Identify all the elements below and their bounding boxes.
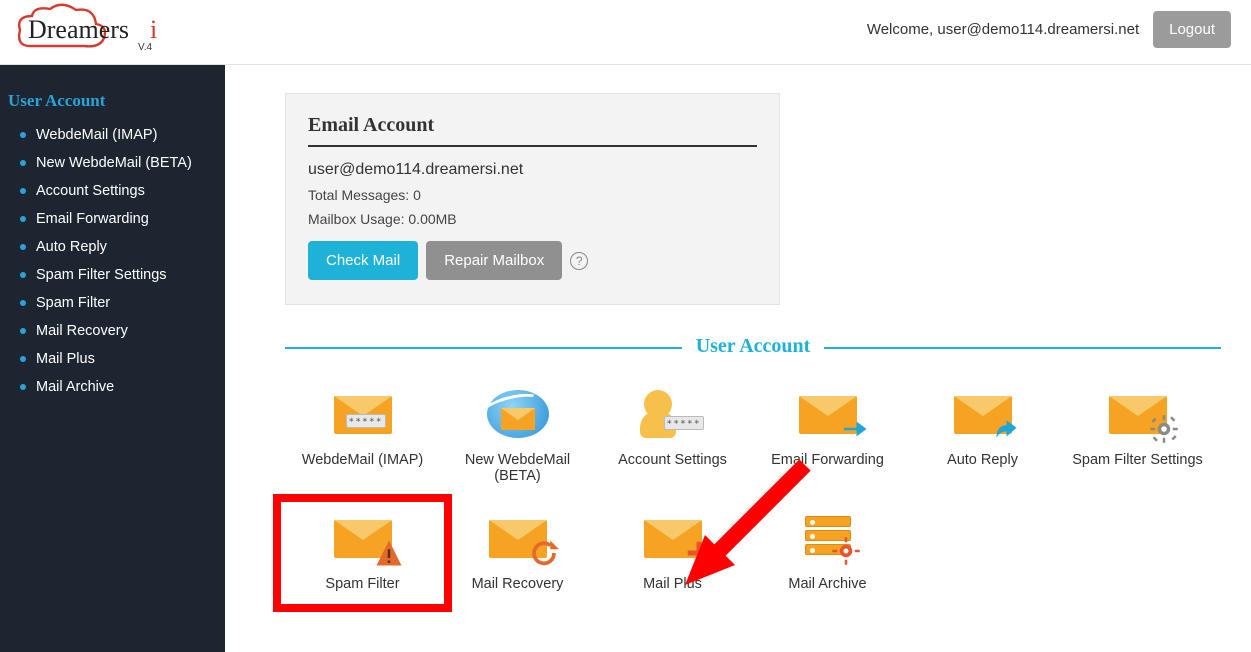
brand-logo: Dreamers i V.4 [10, 2, 190, 57]
tile-label: WebdeMail (IMAP) [302, 452, 423, 468]
sidebar-item-auto-reply[interactable]: Auto Reply [0, 233, 225, 261]
tile-label: Mail Archive [788, 576, 866, 592]
envelope-reply-icon [948, 388, 1018, 438]
sidebar-item-label: Email Forwarding [36, 211, 149, 227]
tile-new-webdemail[interactable]: New WebdeMail (BETA) [440, 388, 595, 484]
tile-label: Auto Reply [947, 452, 1018, 468]
sidebar-item-webdemail[interactable]: WebdeMail (IMAP) [0, 121, 225, 149]
sidebar-title: User Account [0, 85, 225, 121]
total-messages-row: Total Messages: 0 [308, 187, 757, 203]
sidebar-item-spam-filter[interactable]: Spam Filter [0, 289, 225, 317]
sidebar-item-label: New WebdeMail (BETA) [36, 155, 192, 171]
tile-webdemail[interactable]: ∗∗∗∗∗ WebdeMail (IMAP) [285, 388, 440, 484]
bullet-icon [20, 300, 26, 306]
tile-mail-archive[interactable]: Mail Archive [750, 512, 905, 592]
account-email: user@demo114.dreamersi.net [308, 161, 757, 179]
tiles-grid: ∗∗∗∗∗ WebdeMail (IMAP) New WebdeMail (BE… [285, 388, 1221, 592]
section-header: User Account [285, 335, 1221, 358]
sidebar-item-label: Spam Filter Settings [36, 267, 167, 283]
section-title: User Account [682, 335, 825, 357]
card-title: Email Account [308, 114, 757, 147]
main-content: Email Account user@demo114.dreamersi.net… [225, 65, 1251, 652]
tile-label: Mail Recovery [472, 576, 564, 592]
tile-label: Mail Plus [643, 576, 702, 592]
sidebar-list: WebdeMail (IMAP) New WebdeMail (BETA) Ac… [0, 121, 225, 401]
svg-text:i: i [150, 15, 157, 44]
total-messages-label: Total Messages: [308, 187, 409, 203]
warning-icon [374, 538, 404, 568]
svg-text:Dreamers: Dreamers [28, 15, 129, 44]
tile-spam-filter-settings[interactable]: Spam Filter Settings [1060, 388, 1215, 484]
gear-icon [1149, 414, 1179, 444]
sidebar-item-mail-recovery[interactable]: Mail Recovery [0, 317, 225, 345]
tile-spam-filter[interactable]: Spam Filter [281, 502, 444, 604]
server-gear-icon [793, 512, 863, 562]
person-password-icon: ∗∗∗∗∗ [638, 388, 708, 438]
tile-account-settings[interactable]: ∗∗∗∗∗ Account Settings [595, 388, 750, 484]
sidebar-item-label: Auto Reply [36, 239, 107, 255]
sidebar-item-new-webdemail[interactable]: New WebdeMail (BETA) [0, 149, 225, 177]
sidebar-item-spam-filter-settings[interactable]: Spam Filter Settings [0, 261, 225, 289]
help-icon[interactable]: ? [570, 252, 588, 270]
sidebar-item-label: Spam Filter [36, 295, 110, 311]
bullet-icon [20, 328, 26, 334]
envelope-password-icon: ∗∗∗∗∗ [328, 388, 398, 438]
bullet-icon [20, 244, 26, 250]
tile-mail-plus[interactable]: Mail Plus [595, 512, 750, 592]
repair-mailbox-button[interactable]: Repair Mailbox [426, 241, 562, 280]
bullet-icon [20, 216, 26, 222]
sidebar-item-label: Mail Archive [36, 379, 114, 395]
reply-arrow-icon [994, 414, 1024, 444]
bullet-icon [20, 384, 26, 390]
bullet-icon [20, 132, 26, 138]
tile-email-forwarding[interactable]: Email Forwarding [750, 388, 905, 484]
envelope-warn-icon [328, 512, 398, 562]
undo-icon [529, 538, 559, 568]
logout-button[interactable]: Logout [1153, 11, 1231, 48]
sidebar-item-mail-plus[interactable]: Mail Plus [0, 345, 225, 373]
header: Dreamers i V.4 Welcome, user@demo114.dre… [0, 0, 1251, 65]
sidebar: User Account WebdeMail (IMAP) New WebdeM… [0, 65, 225, 652]
tile-mail-recovery[interactable]: Mail Recovery [440, 512, 595, 592]
gear-icon [831, 536, 861, 566]
envelope-undo-icon [483, 512, 553, 562]
sidebar-item-email-forwarding[interactable]: Email Forwarding [0, 205, 225, 233]
forward-arrow-icon [839, 414, 869, 444]
envelope-gear-icon [1103, 388, 1173, 438]
sidebar-item-label: WebdeMail (IMAP) [36, 127, 157, 143]
welcome-text: Welcome, user@demo114.dreamersi.net [867, 21, 1139, 38]
tile-label: Account Settings [618, 452, 727, 468]
envelope-plus-icon [638, 512, 708, 562]
envelope-globe-icon [483, 388, 553, 438]
email-account-card: Email Account user@demo114.dreamersi.net… [285, 93, 780, 305]
bullet-icon [20, 160, 26, 166]
sidebar-item-account-settings[interactable]: Account Settings [0, 177, 225, 205]
total-messages-value: 0 [413, 187, 421, 203]
tile-label: New WebdeMail (BETA) [440, 452, 595, 484]
plus-icon [684, 538, 714, 568]
mailbox-usage-row: Mailbox Usage: 0.00MB [308, 211, 757, 227]
tile-label: Email Forwarding [771, 452, 884, 468]
sidebar-item-label: Mail Plus [36, 351, 95, 367]
tile-auto-reply[interactable]: Auto Reply [905, 388, 1060, 484]
sidebar-item-label: Account Settings [36, 183, 145, 199]
mailbox-usage-value: 0.00MB [408, 211, 456, 227]
tile-label: Spam Filter Settings [1072, 452, 1203, 468]
sidebar-item-label: Mail Recovery [36, 323, 128, 339]
envelope-forward-icon [793, 388, 863, 438]
bullet-icon [20, 188, 26, 194]
svg-text:V.4: V.4 [138, 42, 153, 53]
bullet-icon [20, 356, 26, 362]
bullet-icon [20, 272, 26, 278]
mailbox-usage-label: Mailbox Usage: [308, 211, 405, 227]
sidebar-item-mail-archive[interactable]: Mail Archive [0, 373, 225, 401]
tile-label: Spam Filter [325, 576, 399, 592]
check-mail-button[interactable]: Check Mail [308, 241, 418, 280]
